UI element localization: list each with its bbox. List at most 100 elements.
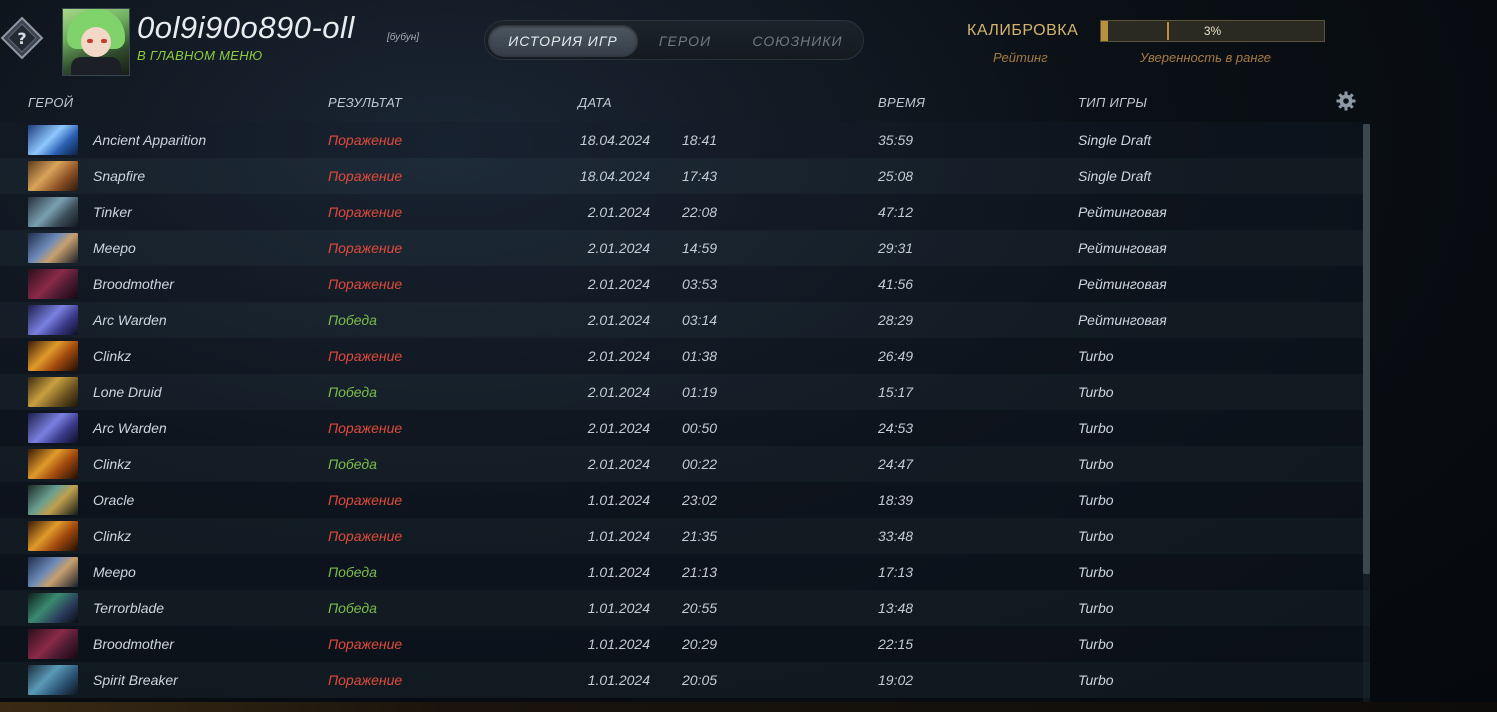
- match-row[interactable]: Tinker Поражение 2.01.2024 22:08 47:12 Рейтин…: [0, 194, 1370, 230]
- bottom-strip: [0, 702, 1497, 712]
- confidence-label: Уверенность в ранге: [1140, 50, 1272, 65]
- player-status: В ГЛАВНОМ МЕНЮ: [137, 48, 263, 63]
- match-row[interactable]: Clinkz Поражение 2.01.2024 01:38 26:49 Turbo: [0, 338, 1370, 374]
- match-time: 20:05: [682, 672, 718, 688]
- match-result: Поражение: [328, 672, 403, 688]
- match-time: 03:53: [682, 276, 718, 292]
- match-time: 21:13: [682, 564, 718, 580]
- player-name[interactable]: 0ol9i90o890-oll: [137, 10, 355, 46]
- match-row[interactable]: Broodmother Поражение 2.01.2024 03:53 41:56 Р…: [0, 266, 1370, 302]
- meepo-hero-icon: [28, 557, 78, 587]
- match-date: 2.01.2024: [587, 420, 650, 436]
- tab-allies[interactable]: СОЮЗНИКИ: [735, 25, 860, 57]
- match-result: Победа: [328, 384, 377, 400]
- match-row[interactable]: Broodmother Поражение 1.01.2024 20:29 22:15 T…: [0, 626, 1370, 662]
- match-result: Поражение: [328, 168, 403, 184]
- match-date: 1.01.2024: [587, 492, 650, 508]
- match-duration: 26:49: [878, 348, 914, 364]
- match-date: 2.01.2024: [587, 312, 650, 328]
- match-result: Поражение: [328, 132, 403, 148]
- match-row[interactable]: Terrorblade Победа 1.01.2024 20:55 13:48 Turb…: [0, 590, 1370, 626]
- match-row[interactable]: Clinkz Победа 2.01.2024 00:22 24:47 Turbo: [0, 446, 1370, 482]
- hero-name: Snapfire: [93, 168, 146, 184]
- match-date: 1.01.2024: [587, 672, 650, 688]
- match-row[interactable]: Lone Druid Победа 2.01.2024 01:19 15:17 Turbo: [0, 374, 1370, 410]
- terrorblade-hero-icon: [28, 593, 78, 623]
- match-time: 20:29: [682, 636, 718, 652]
- game-mode: Turbo: [1078, 672, 1114, 688]
- game-mode: Turbo: [1078, 528, 1114, 544]
- hero-name: Clinkz: [93, 348, 132, 364]
- tab-bar: ИСТОРИЯ ИГР ГЕРОИ СОЮЗНИКИ: [484, 20, 864, 60]
- scrollbar-thumb[interactable]: [1363, 124, 1370, 574]
- match-row[interactable]: Meepo Поражение 2.01.2024 14:59 29:31 Рейтинг…: [0, 230, 1370, 266]
- match-row[interactable]: Oracle Поражение 1.01.2024 23:02 18:39 Turbo: [0, 482, 1370, 518]
- player-tag: [бубун]: [387, 32, 420, 43]
- match-duration: 24:47: [878, 456, 914, 472]
- match-date: 18.04.2024: [579, 132, 650, 148]
- match-duration: 35:59: [878, 132, 914, 148]
- hero-name: Tinker: [93, 204, 132, 220]
- column-header-mode[interactable]: ТИП ИГРЫ: [1078, 95, 1147, 110]
- game-mode: Single Draft: [1078, 132, 1152, 148]
- match-row[interactable]: Snapfire Поражение 18.04.2024 17:43 25:08 Sin…: [0, 158, 1370, 194]
- match-duration: 18:39: [878, 492, 914, 508]
- match-row[interactable]: Meepo Победа 1.01.2024 21:13 17:13 Turbo: [0, 554, 1370, 590]
- match-date: 2.01.2024: [587, 240, 650, 256]
- match-time: 01:38: [682, 348, 718, 364]
- match-result: Поражение: [328, 636, 403, 652]
- match-row[interactable]: Arc Warden Поражение 2.01.2024 00:50 24:53 Tu…: [0, 410, 1370, 446]
- match-time: 01:19: [682, 384, 718, 400]
- match-date: 1.01.2024: [587, 528, 650, 544]
- oracle-hero-icon: [28, 485, 78, 515]
- match-duration: 25:08: [878, 168, 914, 184]
- match-date: 2.01.2024: [587, 456, 650, 472]
- column-header-result[interactable]: РЕЗУЛЬТАТ: [328, 95, 402, 110]
- match-result: Победа: [328, 600, 377, 616]
- match-list: Ancient Apparition Поражение 18.04.2024 18:…: [0, 122, 1370, 698]
- hero-name: Arc Warden: [93, 420, 167, 436]
- meepo-hero-icon: [28, 233, 78, 263]
- match-duration: 33:48: [878, 528, 914, 544]
- game-mode: Рейтинговая: [1078, 312, 1167, 328]
- rank-badge-icon[interactable]: ?: [0, 16, 44, 60]
- match-date: 2.01.2024: [587, 348, 650, 364]
- game-mode: Рейтинговая: [1078, 204, 1167, 220]
- match-time: 14:59: [682, 240, 718, 256]
- game-mode: Turbo: [1078, 564, 1114, 580]
- match-duration: 24:53: [878, 420, 914, 436]
- rating-label: Рейтинг: [993, 50, 1048, 65]
- hero-name: Arc Warden: [93, 312, 167, 328]
- match-date: 2.01.2024: [587, 204, 650, 220]
- match-duration: 29:31: [878, 240, 914, 256]
- match-duration: 15:17: [878, 384, 914, 400]
- column-header-date[interactable]: ДАТА: [578, 95, 612, 110]
- hero-name: Terrorblade: [93, 600, 165, 616]
- broodmother-hero-icon: [28, 629, 78, 659]
- lone-druid-hero-icon: [28, 377, 78, 407]
- column-header-duration[interactable]: ВРЕМЯ: [878, 95, 925, 110]
- game-mode: Turbo: [1078, 384, 1114, 400]
- match-result: Победа: [328, 456, 377, 472]
- match-row[interactable]: Ancient Apparition Поражение 18.04.2024 18:…: [0, 122, 1370, 158]
- match-row[interactable]: Spirit Breaker Поражение 1.01.2024 20:05 19:…: [0, 662, 1370, 698]
- match-time: 18:41: [682, 132, 718, 148]
- match-result: Поражение: [328, 420, 403, 436]
- game-mode: Turbo: [1078, 348, 1114, 364]
- match-row[interactable]: Clinkz Поражение 1.01.2024 21:35 33:48 Turbo: [0, 518, 1370, 554]
- hero-name: Clinkz: [93, 528, 132, 544]
- hero-name: Broodmother: [93, 276, 174, 292]
- tab-match-history[interactable]: ИСТОРИЯ ИГР: [488, 25, 638, 57]
- avatar[interactable]: [62, 8, 130, 76]
- match-date: 2.01.2024: [587, 276, 650, 292]
- rank-badge-glyph: ?: [17, 29, 26, 48]
- match-date: 1.01.2024: [587, 636, 650, 652]
- game-mode: Turbo: [1078, 600, 1114, 616]
- match-duration: 19:02: [878, 672, 914, 688]
- match-time: 21:35: [682, 528, 718, 544]
- match-row[interactable]: Arc Warden Победа 2.01.2024 03:14 28:29 Рейти…: [0, 302, 1370, 338]
- column-header-hero[interactable]: ГЕРОЙ: [28, 95, 73, 110]
- gear-icon[interactable]: [1336, 91, 1356, 111]
- hero-name: Clinkz: [93, 456, 132, 472]
- tab-heroes[interactable]: ГЕРОИ: [645, 25, 725, 57]
